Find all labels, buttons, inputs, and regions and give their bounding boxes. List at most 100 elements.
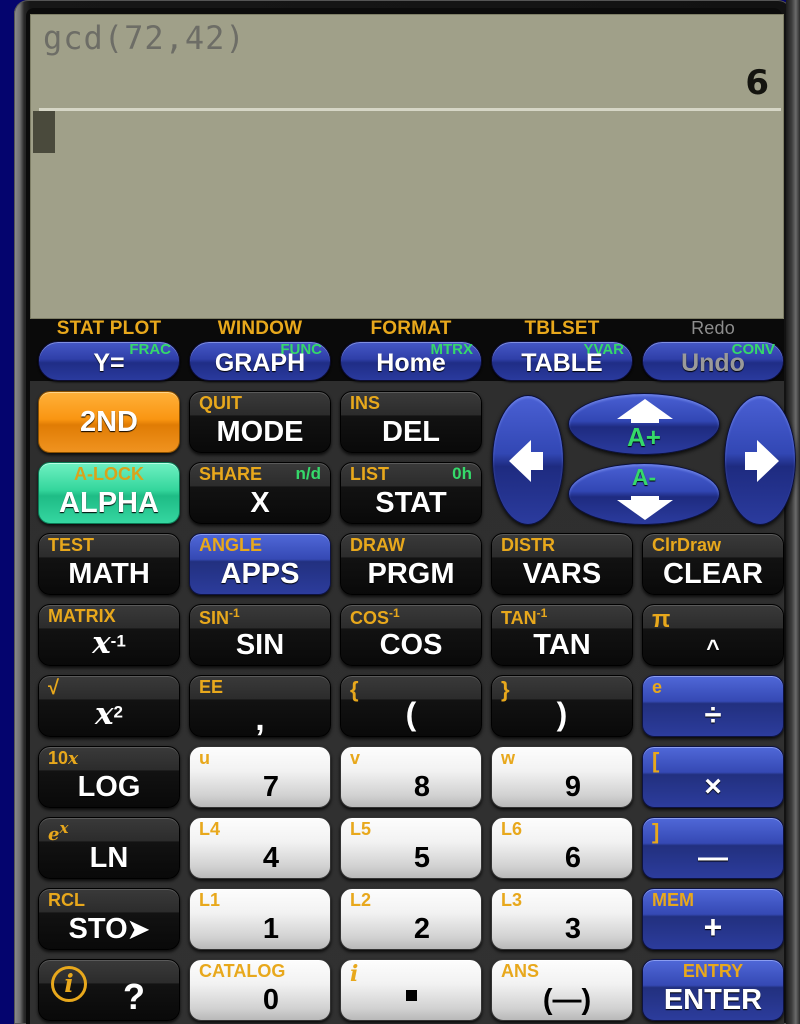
key-label: ALPHA — [59, 487, 159, 519]
key-x-squared[interactable]: √ x2 — [38, 675, 180, 737]
redo-label: Redo — [691, 318, 735, 338]
display-entry-expression: gcd(72,42) — [43, 19, 246, 57]
function-key-graph[interactable]: WINDOW FUNC GRAPH — [189, 318, 331, 381]
key-decimal[interactable]: i — [340, 959, 482, 1021]
key-label — [341, 988, 481, 1006]
key-label: COS — [379, 629, 443, 661]
key-label: — — [698, 841, 728, 874]
second-label: EE — [199, 677, 224, 697]
key-label: (—) — [542, 984, 592, 1016]
key-store[interactable]: RCL STO➤ — [38, 888, 180, 950]
key-x[interactable]: SHARE n/d X — [189, 462, 331, 524]
second-label: e — [652, 677, 663, 697]
key-8[interactable]: v 8 — [340, 746, 482, 808]
key-4[interactable]: L4 4 — [189, 817, 331, 879]
alpha-label: L1 — [199, 890, 221, 910]
key-stat[interactable]: LIST 0h STAT — [340, 462, 482, 524]
key-enter[interactable]: ENTRY ENTER — [642, 959, 784, 1021]
function-key-table[interactable]: TBLSET YVAR TABLE — [491, 318, 633, 381]
key-clear[interactable]: ClrDraw CLEAR — [642, 533, 784, 595]
arrow-down-icon — [617, 496, 673, 520]
key-prgm[interactable]: DRAW PRGM — [340, 533, 482, 595]
key-tan[interactable]: TAN-1 TAN — [491, 604, 633, 666]
imaginary-unit-label: i — [350, 961, 359, 987]
key-arrow-left[interactable] — [492, 395, 564, 525]
key-apps[interactable]: ANGLE APPS — [189, 533, 331, 595]
key-label: , — [255, 700, 265, 738]
second-label: DISTR — [501, 535, 555, 555]
arrow-right-icon — [745, 440, 779, 482]
display-cursor — [33, 111, 55, 153]
key-label: 2ND — [79, 406, 138, 438]
key-label: 8 — [413, 771, 431, 803]
key-right-paren[interactable]: } ) — [491, 675, 633, 737]
key-arrow-up[interactable]: A+ — [568, 393, 720, 455]
key-label: TAN — [533, 629, 591, 661]
key-label: DEL — [382, 416, 440, 448]
alpha-label: L5 — [350, 819, 372, 839]
key-sin[interactable]: SIN-1 SIN — [189, 604, 331, 666]
key-2[interactable]: L2 2 — [340, 888, 482, 950]
key-divide[interactable]: e ÷ — [642, 675, 784, 737]
key-help[interactable]: i ? — [38, 959, 180, 1021]
key-comma[interactable]: EE , — [189, 675, 331, 738]
key-label: VARS — [522, 558, 602, 590]
key-alpha[interactable]: A-LOCK ALPHA — [38, 462, 180, 524]
key-label: 7 — [262, 771, 280, 803]
key-vars[interactable]: DISTR VARS — [491, 533, 633, 595]
second-label: SHARE — [199, 464, 263, 484]
key-minus[interactable]: ] — — [642, 817, 784, 879]
alpha-label: w — [501, 748, 516, 768]
key-x-inverse[interactable]: MATRIX x-1 — [38, 604, 180, 666]
key-multiply[interactable]: [ × — [642, 746, 784, 808]
second-label: TBLSET — [524, 318, 600, 339]
key-cos[interactable]: COS-1 COS — [340, 604, 482, 666]
second-label: MEM — [652, 890, 694, 910]
key-label: MATH — [68, 558, 150, 590]
key-label: GRAPH — [214, 349, 306, 377]
key-ln[interactable]: ex LN — [38, 817, 180, 879]
key-0[interactable]: CATALOG 0 — [189, 959, 331, 1021]
key-7[interactable]: u 7 — [189, 746, 331, 808]
key-1[interactable]: L1 1 — [189, 888, 331, 950]
key-label: STO➤ — [68, 913, 150, 945]
key-arrow-down[interactable]: A- — [568, 463, 720, 525]
key-label: 3 — [564, 913, 582, 945]
key-label: 0 — [262, 984, 280, 1016]
key-math[interactable]: TEST MATH — [38, 533, 180, 595]
key-label: MODE — [216, 416, 304, 448]
key-label: 9 — [564, 771, 582, 803]
key-3[interactable]: L3 3 — [491, 888, 633, 950]
key-mode[interactable]: QUIT MODE — [189, 391, 331, 453]
keypad-surface: STAT PLOT FRAC Y= WINDOW FUNC GRAPH FORM… — [30, 318, 796, 1024]
alpha-label: v — [350, 748, 361, 768]
key-label: ^ — [706, 635, 720, 661]
key-label: PRGM — [367, 558, 455, 590]
function-key-undo[interactable]: Redo CONV Undo — [642, 318, 784, 381]
key-negate[interactable]: ANS (—) — [491, 959, 633, 1021]
calculator-display[interactable]: gcd(72,42) 6 — [30, 14, 784, 319]
key-label: Home — [376, 349, 446, 377]
key-9[interactable]: w 9 — [491, 746, 633, 808]
key-label: LN — [89, 842, 129, 874]
second-label: SIN-1 — [199, 606, 240, 628]
second-label: WINDOW — [217, 318, 303, 339]
key-label: 1 — [262, 913, 280, 945]
key-left-paren[interactable]: { ( — [340, 675, 482, 737]
key-5[interactable]: L5 5 — [340, 817, 482, 879]
key-log[interactable]: 10x LOG — [38, 746, 180, 808]
function-key-y-equals[interactable]: STAT PLOT FRAC Y= — [38, 318, 180, 381]
key-plus[interactable]: MEM + — [642, 888, 784, 950]
second-label: QUIT — [199, 393, 242, 413]
key-arrow-right[interactable] — [724, 395, 796, 525]
key-label: LOG — [77, 771, 141, 803]
function-key-home[interactable]: FORMAT MTRX Home — [340, 318, 482, 381]
key-power[interactable]: π ^ — [642, 604, 784, 666]
key-6[interactable]: L6 6 — [491, 817, 633, 879]
device-right-edge — [786, 0, 800, 1024]
key-2nd[interactable]: 2ND — [38, 391, 180, 453]
function-key-row: STAT PLOT FRAC Y= WINDOW FUNC GRAPH FORM… — [30, 318, 784, 381]
key-del[interactable]: INS DEL — [340, 391, 482, 453]
second-label: ENTRY — [682, 961, 744, 981]
key-cap: YVAR TABLE — [491, 341, 633, 381]
